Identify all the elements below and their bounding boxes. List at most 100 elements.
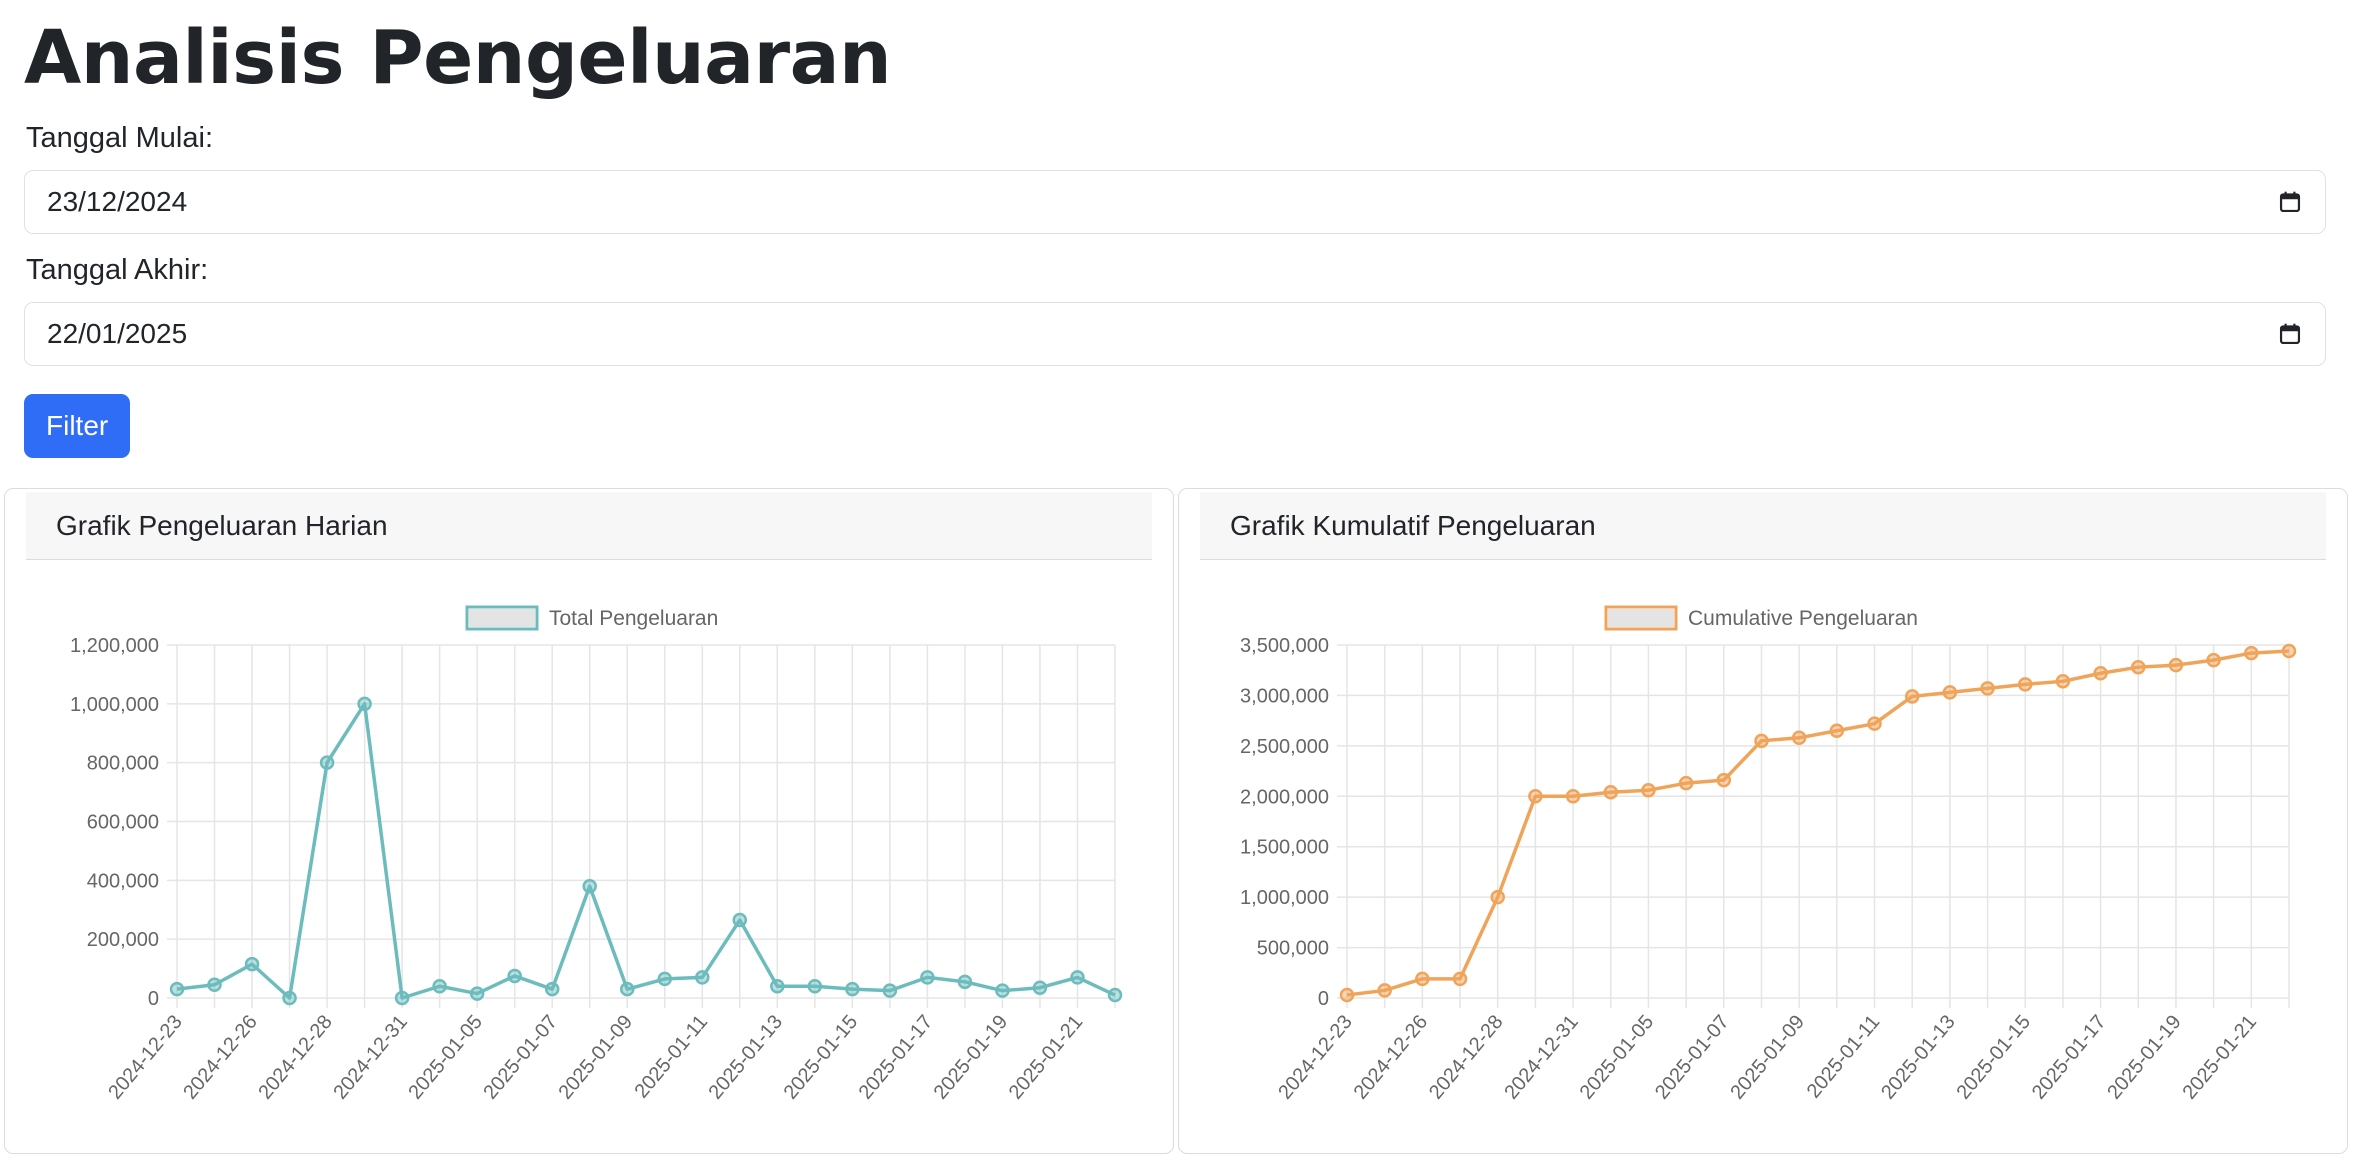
calendar-icon[interactable] — [2279, 191, 2301, 213]
data-point — [1377, 983, 1392, 998]
x-tick-label: 2025-01-11 — [1803, 1011, 1885, 1102]
legend-swatch-fill — [469, 609, 535, 627]
data-point — [695, 970, 710, 985]
y-tick-label: 800,000 — [87, 753, 159, 775]
x-tick-label: 2025-01-19 — [930, 1011, 1013, 1104]
data-point — [732, 912, 748, 928]
data-point — [432, 978, 447, 994]
data-point — [1641, 782, 1656, 798]
data-point — [1415, 971, 1430, 987]
x-tick-label: 2024-12-28 — [254, 1011, 337, 1104]
data-point — [1867, 716, 1882, 731]
x-tick-label: 2024-12-31 — [329, 1011, 412, 1104]
data-point — [169, 981, 185, 997]
data-point — [244, 956, 260, 972]
data-point — [2093, 665, 2108, 681]
data-point — [282, 990, 297, 1006]
series-line — [1346, 649, 2290, 997]
data-point — [882, 983, 898, 998]
start-date-input[interactable]: 23/12/2024 — [24, 170, 2326, 234]
y-tick-label: 1,500,000 — [1240, 837, 1329, 859]
y-tick-label: 600,000 — [87, 812, 159, 834]
x-tick-label: 2025-01-07 — [479, 1011, 562, 1104]
data-point — [394, 990, 410, 1006]
end-date-input[interactable]: 22/01/2025 — [24, 302, 2326, 366]
data-point — [845, 981, 860, 997]
legend-label: Cumulative Pengeluaran — [1688, 607, 1918, 630]
y-tick-label: 200,000 — [87, 929, 159, 951]
data-point — [1904, 689, 1920, 704]
data-point — [920, 970, 935, 985]
data-point — [770, 978, 785, 994]
x-tick-label: 2025-01-13 — [705, 1011, 788, 1104]
data-point — [319, 755, 335, 770]
data-point — [619, 981, 635, 997]
data-point — [544, 981, 560, 997]
x-tick-label: 2025-01-21 — [1005, 1011, 1088, 1104]
y-tick-label: 1,000,000 — [70, 694, 159, 716]
data-point — [2131, 659, 2146, 675]
data-point — [1339, 987, 1355, 1003]
data-point — [957, 974, 973, 990]
x-tick-label: 2025-01-05 — [404, 1011, 487, 1104]
x-tick-label: 2025-01-05 — [1576, 1011, 1659, 1104]
x-tick-label: 2025-01-19 — [2103, 1011, 2186, 1104]
x-tick-label: 2025-01-13 — [1877, 1011, 1960, 1104]
end-date-label: Tanggal Akhir: — [26, 254, 209, 286]
start-date-value: 23/12/2024 — [47, 186, 188, 217]
data-point — [2244, 645, 2259, 661]
end-date-value: 22/01/2025 — [47, 318, 188, 349]
data-point — [1980, 681, 1995, 696]
y-tick-label: 3,000,000 — [1240, 685, 1329, 707]
x-tick-label: 2024-12-23 — [1274, 1011, 1357, 1104]
x-tick-label: 2025-01-09 — [554, 1011, 637, 1104]
cumulative-chart: 3,500,000 3,000,000 2,500,000 2,000,000 1,50… — [1240, 605, 2297, 1104]
data-point — [1452, 971, 1468, 987]
data-point — [207, 977, 222, 993]
legend-swatch-fill — [1608, 609, 1674, 627]
data-point — [2017, 677, 2033, 692]
data-point — [2055, 674, 2071, 689]
data-point — [1942, 685, 1958, 700]
data-point — [1528, 789, 1543, 804]
data-point — [1565, 789, 1581, 804]
data-point — [1603, 785, 1619, 800]
data-point — [357, 696, 372, 712]
data-point — [1490, 889, 1505, 905]
x-tick-label: 2024-12-26 — [1350, 1011, 1433, 1104]
y-tick-label: 400,000 — [87, 870, 159, 892]
data-point — [1678, 775, 1694, 791]
x-tick-label: 2024-12-26 — [179, 1011, 262, 1104]
data-point — [1791, 730, 1807, 746]
y-tick-label: 1,000,000 — [1240, 887, 1329, 909]
data-point — [1829, 723, 1845, 738]
data-point — [995, 983, 1010, 998]
data-point — [2281, 643, 2297, 659]
x-tick-label: 2024-12-23 — [104, 1011, 187, 1104]
y-tick-label: 1,200,000 — [70, 635, 159, 657]
y-tick-label: 2,000,000 — [1240, 786, 1329, 808]
x-tick-label: 2025-01-07 — [1651, 1011, 1734, 1104]
start-date-label: Tanggal Mulai: — [26, 122, 213, 154]
data-point — [1754, 733, 1769, 749]
x-tick-label: 2025-01-09 — [1726, 1011, 1809, 1104]
daily-chart-card: Grafik Pengeluaran Harian 1,200,000 1,000… — [4, 488, 1174, 1154]
page-title: Analisis Pengeluaran — [24, 15, 892, 101]
cumulative-chart-card: Grafik Kumulatif Pengeluaran 3,500,000 3,… — [1178, 488, 2348, 1154]
data-point — [657, 971, 673, 987]
data-point — [1070, 970, 1085, 985]
data-point — [469, 986, 485, 1001]
x-tick-label: 2024-12-31 — [1500, 1011, 1583, 1104]
y-tick-label: 2,500,000 — [1240, 736, 1329, 758]
calendar-icon[interactable] — [2279, 323, 2301, 345]
y-tick-label: 0 — [1318, 988, 1329, 1010]
data-point — [1032, 980, 1048, 995]
data-point — [2206, 652, 2221, 668]
data-point — [507, 968, 522, 984]
x-tick-label: 2025-01-15 — [1952, 1011, 2035, 1104]
data-point — [1107, 987, 1123, 1003]
y-tick-label: 500,000 — [1257, 938, 1329, 960]
y-tick-label: 0 — [148, 988, 159, 1010]
data-point — [582, 878, 597, 894]
filter-button[interactable]: Filter — [24, 394, 131, 458]
